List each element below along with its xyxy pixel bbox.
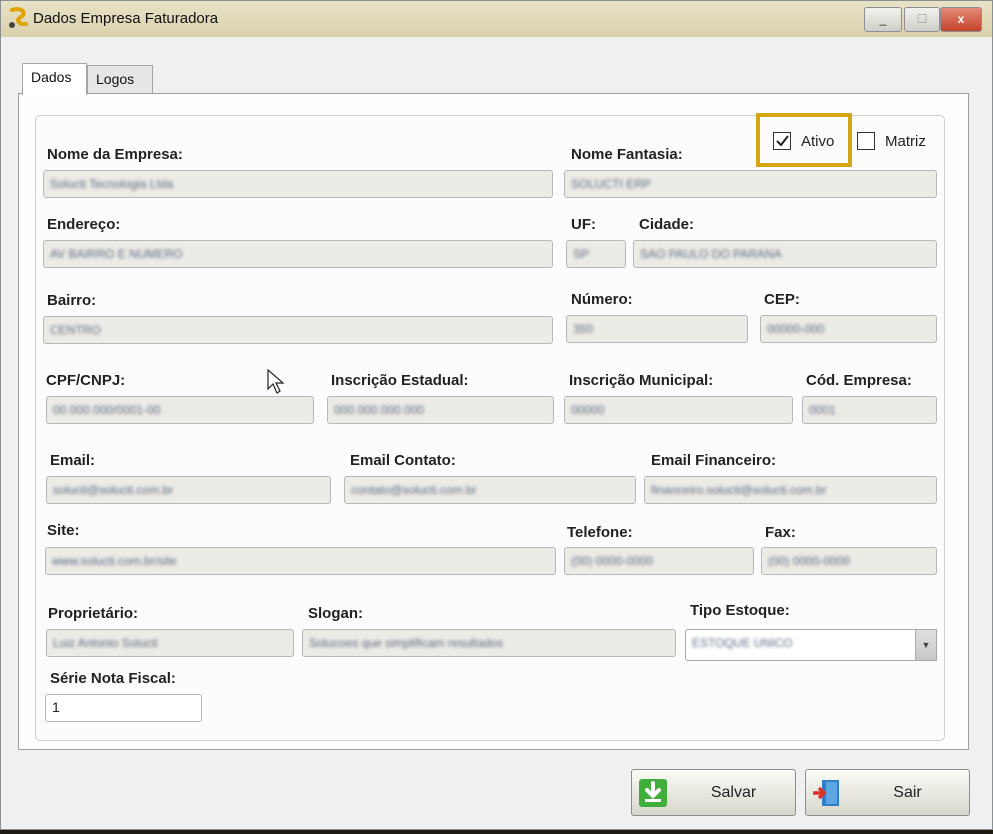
email-financeiro-label: Email Financeiro: [651,452,777,469]
inscricao-estadual-field[interactable]: 000.000.000.000 [327,396,554,424]
cod-empresa-label: Cód. Empresa: [806,372,912,389]
checkmark-icon [776,135,789,147]
numero-label: Número: [571,291,633,308]
cod-empresa-field[interactable]: 0001 [802,396,937,424]
site-label: Site: [47,522,80,539]
inscricao-municipal-field[interactable]: 00000 [564,396,793,424]
inscricao-estadual-label: Inscrição Estadual: [331,372,469,389]
serie-nota-fiscal-label: Série Nota Fiscal: [50,670,176,687]
site-field[interactable]: www.solucti.com.br/site [45,547,556,575]
proprietario-label: Proprietário: [48,605,139,622]
inscricao-municipal-label: Inscrição Municipal: [569,372,714,389]
app-logo-icon [9,7,28,28]
tipo-estoque-select[interactable]: ESTOQUE UNICO [685,629,937,661]
matriz-checkbox[interactable] [857,132,875,150]
bairro-label: Bairro: [47,292,97,309]
window-title: Dados Empresa Faturadora [33,10,219,27]
endereco-field[interactable]: AV BAIRRO E NUMERO [43,240,553,268]
cep-label: CEP: [764,291,800,308]
sair-label: Sair [893,784,922,801]
endereco-label: Endereço: [47,216,121,233]
uf-label: UF: [571,216,596,233]
salvar-label: Salvar [710,784,757,801]
sair-button[interactable]: Sair [805,769,970,816]
ativo-label: Ativo [801,133,835,150]
title-bar[interactable]: Dados Empresa Faturadora _ ☐ x [1,1,992,37]
cep-field[interactable]: 00000-000 [760,315,937,343]
cidade-field[interactable]: SAO PAULO DO PARANA [633,240,937,268]
email-contato-label: Email Contato: [350,452,456,469]
telefone-label: Telefone: [567,524,633,541]
fax-field[interactable]: (00) 0000-0000 [761,547,937,575]
bairro-field[interactable]: CENTRO [43,316,553,344]
close-button[interactable]: x [940,7,982,32]
nome-empresa-field[interactable]: Solucti Tecnologia Ltda [43,170,553,198]
slogan-field[interactable]: Solucoes que simplificam resultados [302,629,676,657]
cpf-cnpj-field[interactable]: 00.000.000/0001-00 [46,396,314,424]
nome-fantasia-field[interactable]: SOLUCTI ERP [564,170,937,198]
email-contato-field[interactable]: contato@solucti.com.br [344,476,636,504]
cpf-cnpj-label: CPF/CNPJ: [46,372,126,389]
email-financeiro-field[interactable]: financeiro.solucti@solucti.com.br [644,476,937,504]
fax-label: Fax: [765,524,796,541]
matriz-label: Matriz [885,133,926,150]
tipo-estoque-label: Tipo Estoque: [690,602,790,619]
mouse-cursor-icon [267,369,285,394]
telefone-field[interactable]: (00) 0000-0000 [564,547,754,575]
tab-dados[interactable]: Dados [22,63,87,95]
nome-fantasia-label: Nome Fantasia: [571,146,683,163]
chevron-down-icon[interactable]: ▼ [915,629,937,661]
cidade-label: Cidade: [639,216,695,233]
maximize-button[interactable]: ☐ [904,7,940,32]
nome-empresa-label: Nome da Empresa: [47,146,183,163]
proprietario-field[interactable]: Luiz Antonio Solucti [46,629,294,657]
minimize-button[interactable]: _ [864,7,902,32]
main-window: Dados Empresa Faturadora _ ☐ x Dados Log… [0,0,993,830]
numero-field[interactable]: 350 [566,315,748,343]
slogan-label: Slogan: [308,605,363,622]
ativo-checkbox[interactable] [773,132,791,150]
save-download-icon [639,779,667,807]
tab-logos[interactable]: Logos [87,65,153,93]
salvar-button[interactable]: Salvar [631,769,796,816]
serie-nota-fiscal-field[interactable]: 1 [45,694,202,722]
email-field[interactable]: solucti@solucti.com.br [46,476,331,504]
email-label: Email: [50,452,96,469]
uf-field[interactable]: SP [566,240,626,268]
exit-door-icon [813,780,839,806]
